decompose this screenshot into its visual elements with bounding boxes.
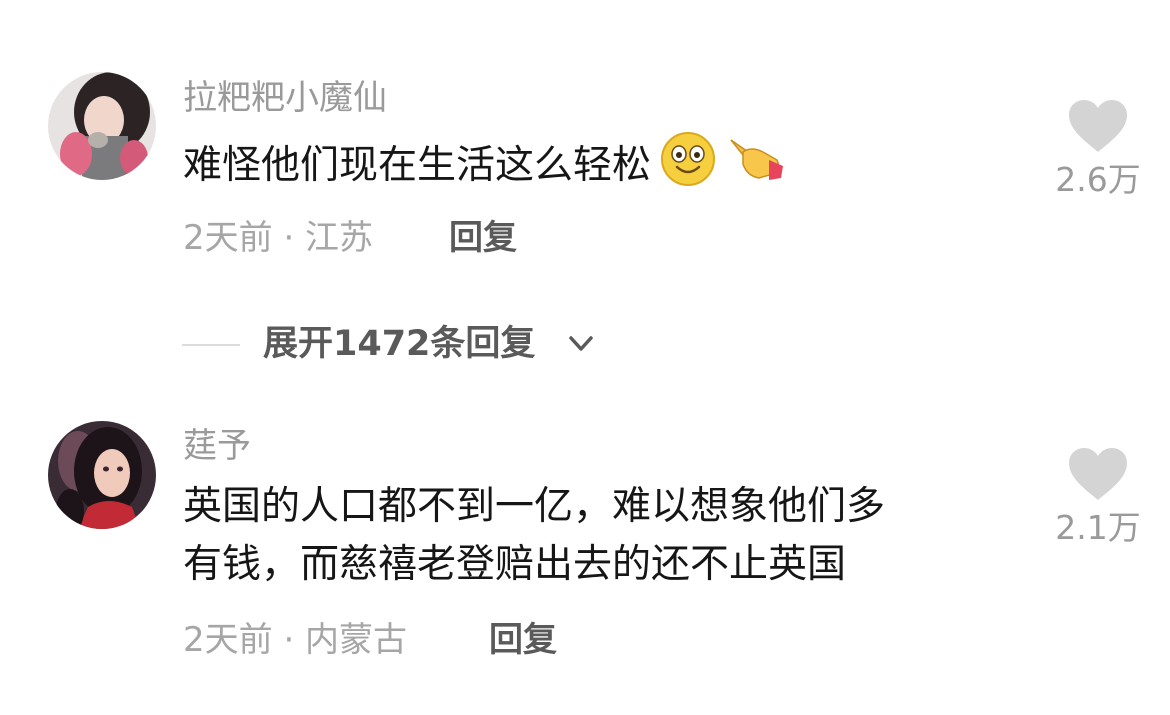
chevron-down-icon xyxy=(569,336,593,351)
comment-text-line: 英国的人口都不到一亿，难以想象他们多 xyxy=(183,484,886,529)
comment-text-body: 难怪他们现在生活这么轻松 xyxy=(183,143,652,188)
reply-button[interactable]: 回复 xyxy=(489,620,557,660)
comment-text: 难怪他们现在生活这么轻松 xyxy=(183,130,787,205)
username[interactable]: 莛予 xyxy=(183,426,251,466)
like-count: 2.1万 xyxy=(1055,508,1141,547)
divider xyxy=(182,344,240,346)
pointing-finger-emoji-icon xyxy=(725,130,787,205)
username[interactable]: 拉粑粑小魔仙 xyxy=(183,78,387,118)
smiling-face-emoji-icon xyxy=(659,130,717,205)
comment-meta: 2天前 · 江苏 xyxy=(183,218,374,258)
comment-meta: 2天前 · 内蒙古 xyxy=(183,620,408,660)
heart-icon xyxy=(1069,448,1127,500)
avatar[interactable] xyxy=(48,72,156,180)
heart-icon xyxy=(1069,100,1127,152)
avatar[interactable] xyxy=(48,421,156,529)
comment-text-line: 有钱，而慈禧老登赔出去的还不止英国 xyxy=(183,542,847,587)
expand-replies-label: 展开1472条回复 xyxy=(263,324,536,364)
like-button[interactable]: 2.1万 xyxy=(1038,446,1158,548)
like-button[interactable]: 2.6万 xyxy=(1038,98,1158,200)
comment-text: 英国的人口都不到一亿，难以想象他们多 有钱，而慈禧老登赔出去的还不止英国 xyxy=(183,478,885,594)
like-count: 2.6万 xyxy=(1055,160,1141,199)
reply-button[interactable]: 回复 xyxy=(449,218,517,258)
